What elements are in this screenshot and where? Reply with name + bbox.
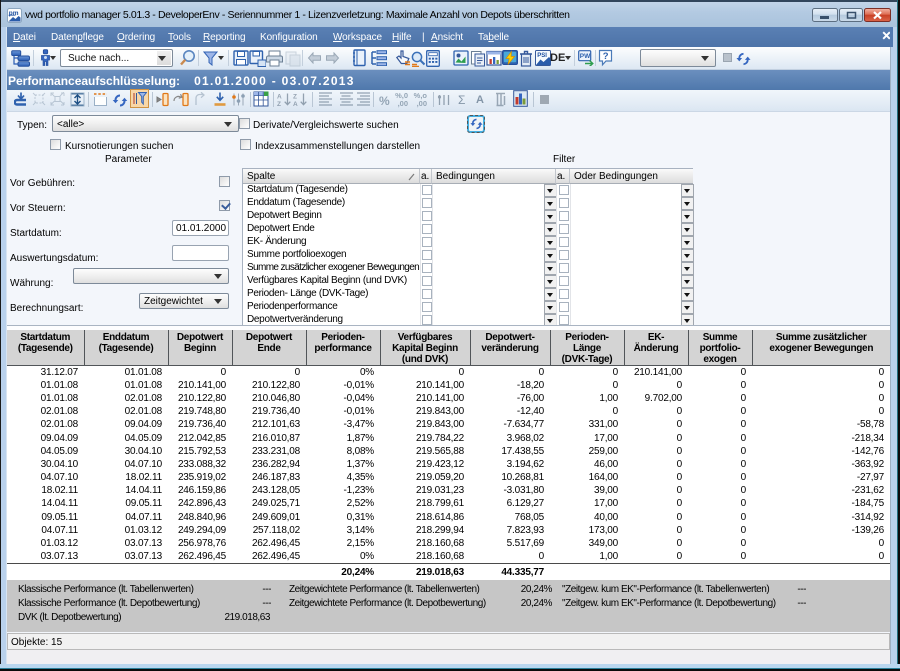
svg-text:Z: Z xyxy=(293,94,297,101)
svg-text:A: A xyxy=(293,101,298,107)
svg-text:PW: PW xyxy=(580,53,591,60)
svg-text:?: ? xyxy=(603,51,609,62)
svg-text:A: A xyxy=(277,94,282,101)
svg-text:pm: pm xyxy=(9,10,19,17)
svg-text:PSI: PSI xyxy=(537,53,547,59)
svg-text:Z: Z xyxy=(277,101,281,107)
